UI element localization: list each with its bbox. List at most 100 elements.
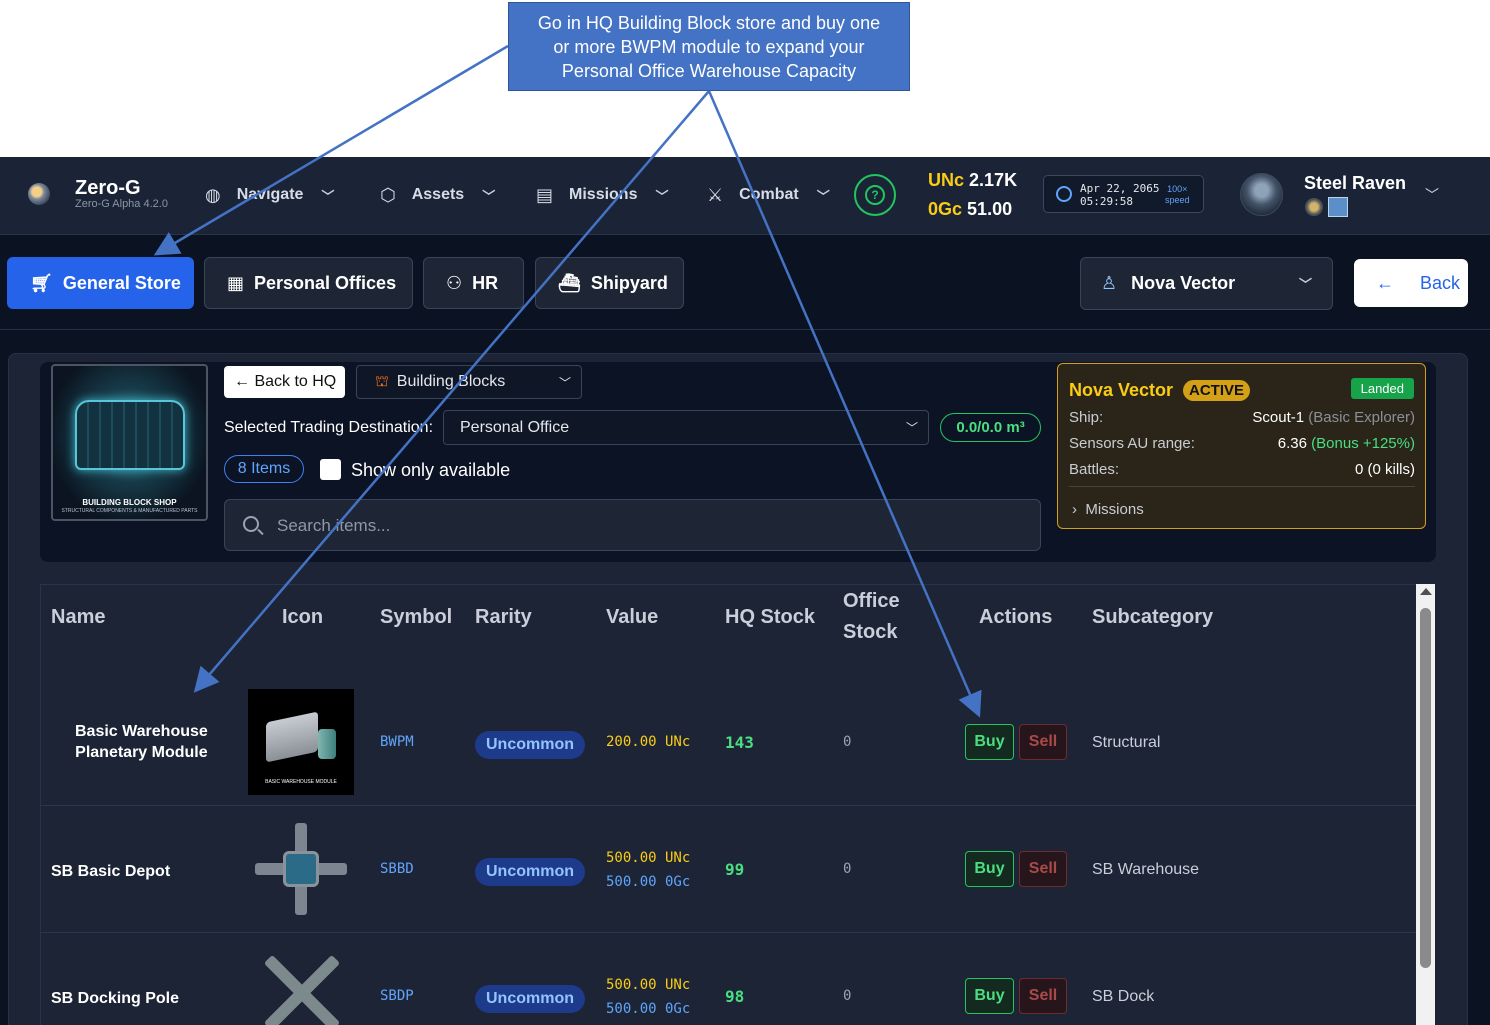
header-office-stock[interactable]: Office Stock [843,586,900,648]
planet-logo-icon [28,183,50,205]
office-stock: 0 [843,988,852,1004]
header-subcategory[interactable]: Subcategory [1092,602,1213,633]
crane-icon: ⛫ [375,372,389,390]
nav-navigate[interactable]: ◍ Navigate ﹀ [205,182,334,208]
buy-button[interactable]: Buy [965,978,1014,1014]
header-value[interactable]: Value [606,602,658,633]
item-value: 500.00 UNc 500.00 0Gc [606,850,691,890]
user-menu-chevron-icon[interactable]: ﹀ [1425,185,1439,205]
callout-line-3: Personal Office Warehouse Capacity [561,61,857,81]
app-window: Zero-G Zero-G Alpha 4.2.0 ◍ Navigate ﹀ ⬡… [0,157,1490,1025]
rarity-badge: Uncommon [475,731,585,759]
character-select[interactable]: ♙ Nova Vector ﹀ [1080,257,1333,310]
table-scrollbar[interactable] [1416,584,1435,1025]
instruction-callout: Go in HQ Building Block store and buy on… [508,2,910,91]
scroll-up-icon[interactable] [1420,588,1432,595]
scrollbar-thumb[interactable] [1420,608,1431,968]
header-symbol[interactable]: Symbol [380,602,452,633]
callout-line-2: or more BWPM module to expand your [553,37,865,57]
search-input[interactable] [277,512,1017,540]
help-button[interactable]: ? [854,174,896,216]
sensors-bonus: (Bonus +125%) [1311,435,1415,452]
header-rarity[interactable]: Rarity [475,602,532,633]
clock-date: Apr 22, 2065 [1080,182,1160,195]
back-to-hq-button[interactable]: ← Back to HQ [224,366,345,398]
cart-icon: 🛒︎ [30,272,53,293]
users-icon: ⚇ [446,272,463,293]
hq-stock: 143 [725,733,754,752]
show-available-label[interactable]: Show only available [351,460,510,481]
chevron-down-icon: ﹀ [321,188,335,204]
tab-shipyard-label: Shipyard [590,272,668,293]
battles-value: 0 (0 kills) [1354,461,1415,478]
divider [0,329,1490,330]
character-name: Nova Vector [1069,380,1174,400]
battles-row: Battles: 0 (0 kills) [1069,461,1415,478]
sell-button[interactable]: Sell [1019,724,1067,760]
callout-line-1: Go in HQ Building Block store and buy on… [537,13,881,33]
capacity-badge: 0.0/0.0 m³ [940,413,1041,442]
search-box[interactable] [224,499,1041,551]
arrow-left-icon: ← [1376,272,1394,293]
sensors-value: 6.36 [1277,435,1307,452]
category-select[interactable]: ⛫ Building Blocks ﹀ [356,365,582,399]
sell-button[interactable]: Sell [1019,978,1067,1014]
office-stock: 0 [843,861,852,877]
item-symbol[interactable]: SBBD [380,861,414,877]
tab-shipyard[interactable]: ⛴ Shipyard [535,257,684,309]
sell-button[interactable]: Sell [1019,851,1067,887]
character-card: Nova Vector ACTIVE Landed Ship: Scout-1 … [1057,363,1426,529]
header-hq-stock[interactable]: HQ Stock [725,602,815,633]
header-name[interactable]: Name [51,602,105,633]
shop-image-title: BUILDING BLOCK SHOP [82,498,177,507]
sensors-row: Sensors AU range: 6.36 (Bonus +125%) [1069,435,1415,452]
nav-assets-label: Assets [411,186,465,203]
item-value: 200.00 UNc [606,734,691,750]
scroll-icon: ▤ [536,184,554,205]
user-icon: ♙ [1101,273,1118,293]
rank-badge-icon [1305,198,1323,216]
destination-label: Selected Trading Destination: [224,419,434,436]
header-icon[interactable]: Icon [282,602,323,633]
globe-icon: ◍ [205,184,221,205]
show-available-checkbox[interactable] [320,459,341,480]
question-icon: ? [865,185,885,205]
tab-personal-offices[interactable]: ▦ Personal Offices [204,257,413,309]
destination-select-value: Personal Office [460,418,570,436]
item-subcategory: SB Warehouse [1092,861,1200,878]
rarity-badge: Uncommon [475,985,585,1013]
icon-label: BASIC WAREHOUSE MODULE [265,779,337,785]
chevron-down-icon: ﹀ [655,188,669,204]
items-count-badge: 8 Items [224,455,304,483]
user-name[interactable]: Steel Raven [1304,173,1406,194]
clock-time: 05:29:58 [1080,195,1133,208]
ship-icon: ⛴ [558,272,581,293]
item-symbol[interactable]: BWPM [380,734,414,750]
divider [1069,486,1415,487]
avatar[interactable] [1240,173,1283,216]
header-actions: Actions [979,606,1053,628]
brand-version: Zero-G Alpha 4.2.0 [75,198,168,210]
missions-toggle[interactable]: › Missions [1072,501,1144,518]
destination-select[interactable]: Personal Office ﹀ [443,410,929,445]
item-symbol[interactable]: SBDP [380,988,414,1004]
chevron-down-icon: ﹀ [816,188,830,204]
tab-hr[interactable]: ⚇ HR [423,257,524,309]
faction-badge-icon [1328,197,1348,217]
game-clock: Apr 22, 2065 05:29:58 100× speed [1043,175,1204,213]
nav-missions-label: Missions [569,186,638,203]
character-select-value: Nova Vector [1131,273,1236,293]
back-button-label: Back [1420,272,1461,293]
back-button[interactable]: ← Back [1354,259,1468,307]
warehouse-module-icon: BASIC WAREHOUSE MODULE [248,689,354,795]
ship-row: Ship: Scout-1 (Basic Explorer) [1069,409,1415,426]
table-row[interactable] [41,933,1417,1025]
nav-combat[interactable]: ⚔ Combat ﹀ [707,182,830,208]
hq-stock: 98 [725,987,745,1006]
buy-button[interactable]: Buy [965,724,1014,760]
clock-icon [1056,186,1072,202]
nav-missions[interactable]: ▤ Missions ﹀ [536,182,669,208]
buy-button[interactable]: Buy [965,851,1014,887]
tab-general-store[interactable]: 🛒︎ General Store [7,257,194,309]
nav-assets[interactable]: ⬡ Assets ﹀ [380,182,495,208]
